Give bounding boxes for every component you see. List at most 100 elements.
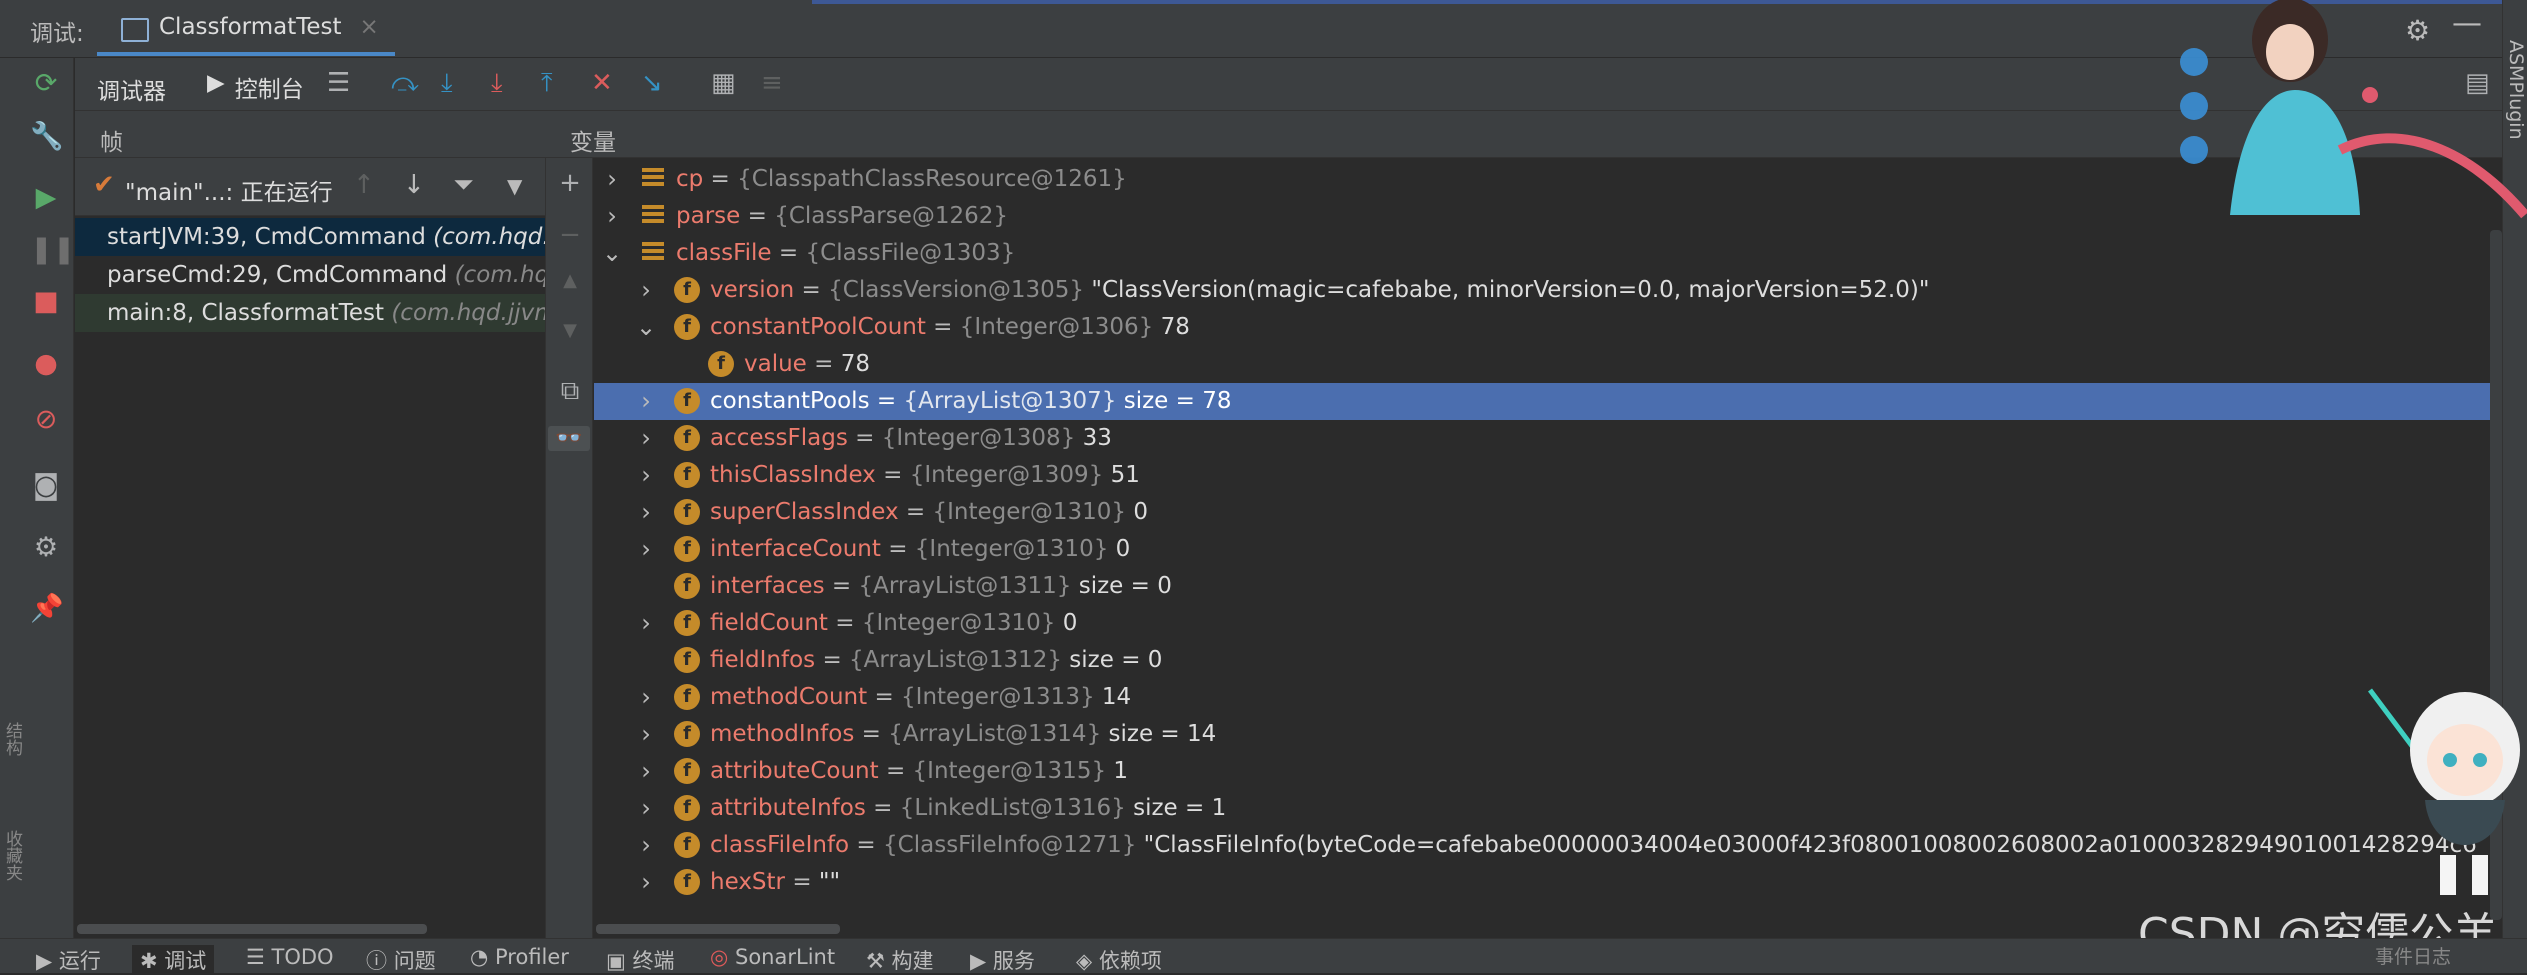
debug-actions-strip: ⟳ 🔧 ▶ ❚❚ ■ ● ⊘ ◙ ⚙ 📌: [0, 58, 75, 938]
chevron-down-icon[interactable]: ⌄: [636, 313, 656, 341]
tab-console[interactable]: ▶ 控制台: [207, 70, 304, 104]
close-tab-icon[interactable]: ×: [360, 14, 379, 52]
chevron-right-icon[interactable]: ›: [602, 165, 622, 193]
variable-row[interactable]: ⌄ f constantPoolCount = {Integer@1306} 7…: [594, 309, 2494, 346]
chevron-right-icon[interactable]: ›: [636, 794, 656, 822]
camera-icon[interactable]: ◙: [30, 470, 62, 501]
variable-row[interactable]: › f accessFlags = {Integer@1308} 33: [594, 420, 2494, 457]
variable-row[interactable]: f fieldInfos = {ArrayList@1312} size = 0: [594, 642, 2494, 679]
tab-run[interactable]: ▶ 运行: [36, 945, 101, 975]
field-icon: f: [708, 351, 734, 377]
variables-actions-strip: + − ▲ ▼ ⧉ 👓: [545, 158, 593, 938]
variable-row[interactable]: › f hexStr = "": [594, 864, 2494, 901]
variable-row[interactable]: › f attributeInfos = {LinkedList@1316} s…: [594, 790, 2494, 827]
chevron-right-icon[interactable]: ›: [602, 202, 622, 230]
tab-build[interactable]: ⚒ 构建: [866, 945, 934, 975]
variable-row[interactable]: ⌄ classFile = {ClassFile@1303}: [594, 235, 2494, 272]
step-into-icon[interactable]: ⤓: [491, 68, 503, 99]
event-log-tab[interactable]: 事件日志: [2375, 942, 2451, 969]
add-watch-icon[interactable]: +: [558, 168, 582, 198]
frame-method: main:8, ClassformatTest: [107, 300, 392, 326]
menu-lines-icon[interactable]: ☰: [327, 68, 350, 98]
chevron-right-icon[interactable]: ›: [636, 868, 656, 896]
chevron-down-icon[interactable]: ▼: [507, 174, 522, 198]
move-up-icon[interactable]: ▲: [558, 270, 582, 291]
variable-row[interactable]: › f fieldCount = {Integer@1310} 0: [594, 605, 2494, 642]
chevron-right-icon[interactable]: ›: [636, 609, 656, 637]
tab-terminal[interactable]: ▣ 终端: [606, 945, 675, 975]
tab-todo[interactable]: ☰ TODO: [246, 945, 334, 969]
mute-breakpoints-icon[interactable]: ⊘: [30, 404, 62, 435]
view-breakpoints-icon[interactable]: ●: [30, 348, 62, 379]
variable-type: {Integer@1309}: [909, 462, 1104, 488]
copy-icon[interactable]: ⧉: [558, 376, 582, 407]
tab-dependencies[interactable]: ◈ 依赖项: [1076, 945, 1162, 975]
field-icon: f: [674, 314, 700, 340]
variable-row-selected[interactable]: › f constantPools = {ArrayList@1307} siz…: [594, 383, 2494, 420]
stop-icon[interactable]: ■: [30, 286, 62, 317]
variable-row[interactable]: › f methodCount = {Integer@1313} 14: [594, 679, 2494, 716]
tab-sonarlint[interactable]: ◎ SonarLint: [710, 945, 835, 969]
tab-classformat-test[interactable]: ClassformatTest ×: [97, 4, 395, 56]
terminal-icon: ▣: [606, 949, 633, 973]
tab-debug[interactable]: ✱ 调试: [132, 945, 215, 975]
frame-item[interactable]: parseCmd:29, CmdCommand (com.hqd: [75, 256, 545, 294]
variable-value: 0: [1133, 499, 1148, 525]
move-down-icon[interactable]: ▼: [558, 320, 582, 341]
variable-row[interactable]: › f thisClassIndex = {Integer@1309} 51: [594, 457, 2494, 494]
variable-row[interactable]: › f attributeCount = {Integer@1315} 1: [594, 753, 2494, 790]
arrow-up-icon[interactable]: ↑: [353, 170, 375, 200]
field-icon: f: [674, 869, 700, 895]
list-icon: ☰: [246, 945, 272, 969]
variable-row[interactable]: f value = 78: [594, 346, 2494, 383]
evaluate-expression-icon[interactable]: ▦: [711, 68, 736, 98]
chevron-right-icon[interactable]: ›: [636, 424, 656, 452]
variable-name: cp: [676, 166, 704, 192]
chevron-right-icon[interactable]: ›: [636, 461, 656, 489]
favorites-side-tab[interactable]: 收藏夹: [0, 830, 25, 881]
tab-debug-label: 调试: [164, 949, 207, 973]
filter-icon[interactable]: ⏷: [453, 170, 474, 201]
chevron-right-icon[interactable]: ›: [636, 720, 656, 748]
chevron-right-icon[interactable]: ›: [636, 498, 656, 526]
wrench-icon[interactable]: 🔧: [30, 120, 64, 152]
step-out-icon[interactable]: ⤒: [541, 68, 553, 99]
structure-side-tab[interactable]: 结构: [0, 722, 25, 756]
drop-frame-icon[interactable]: ✕: [591, 68, 613, 98]
chevron-right-icon[interactable]: ›: [636, 831, 656, 859]
show-execution-point-icon[interactable]: ⤼: [391, 68, 419, 99]
run-to-cursor-icon[interactable]: ↘: [641, 68, 663, 98]
frames-horizontal-scrollbar[interactable]: [75, 920, 545, 937]
tab-profiler[interactable]: ◔ Profiler: [470, 945, 569, 969]
variable-row[interactable]: › f superClassIndex = {Integer@1310} 0: [594, 494, 2494, 531]
variable-row[interactable]: › f classFileInfo = {ClassFileInfo@1271}…: [594, 827, 2494, 864]
glasses-icon[interactable]: 👓: [548, 426, 590, 451]
tab-services[interactable]: ▶ 服务: [970, 945, 1035, 975]
frame-item[interactable]: main:8, ClassformatTest (com.hqd.jjvm: [75, 294, 545, 332]
tab-problems[interactable]: ⓘ 问题: [366, 945, 436, 975]
chevron-down-icon[interactable]: ⌄: [602, 239, 622, 267]
variable-row[interactable]: › f version = {ClassVersion@1305} "Class…: [594, 272, 2494, 309]
pin-icon[interactable]: 📌: [30, 592, 64, 624]
frame-item[interactable]: startJVM:39, CmdCommand (com.hqd.: [75, 218, 545, 256]
arrow-down-icon[interactable]: ↓: [403, 170, 425, 200]
thread-dropdown[interactable]: "main"...: 正在运行: [125, 173, 333, 207]
chevron-right-icon[interactable]: ›: [636, 757, 656, 785]
rerun-icon[interactable]: ⟳: [30, 68, 62, 99]
remove-watch-icon[interactable]: −: [558, 220, 582, 250]
settings-icon[interactable]: ⚙: [30, 532, 62, 563]
resume-program-icon[interactable]: ▶: [30, 182, 62, 213]
pause-program-icon[interactable]: ❚❚: [30, 234, 75, 265]
trace-stream-icon[interactable]: ≡: [761, 68, 783, 98]
variable-row[interactable]: › f interfaceCount = {Integer@1310} 0: [594, 531, 2494, 568]
variable-value: size = 1: [1125, 795, 1227, 821]
variable-row[interactable]: › f methodInfos = {ArrayList@1314} size …: [594, 716, 2494, 753]
variable-row[interactable]: f interfaces = {ArrayList@1311} size = 0: [594, 568, 2494, 605]
chevron-right-icon[interactable]: ›: [636, 683, 656, 711]
step-over-icon[interactable]: ⤓: [441, 68, 453, 99]
chevron-right-icon[interactable]: ›: [636, 535, 656, 563]
chevron-right-icon[interactable]: ›: [636, 387, 656, 415]
object-icon: [642, 242, 664, 264]
frames-list: startJVM:39, CmdCommand (com.hqd. parseC…: [75, 216, 545, 920]
chevron-right-icon[interactable]: ›: [636, 276, 656, 304]
